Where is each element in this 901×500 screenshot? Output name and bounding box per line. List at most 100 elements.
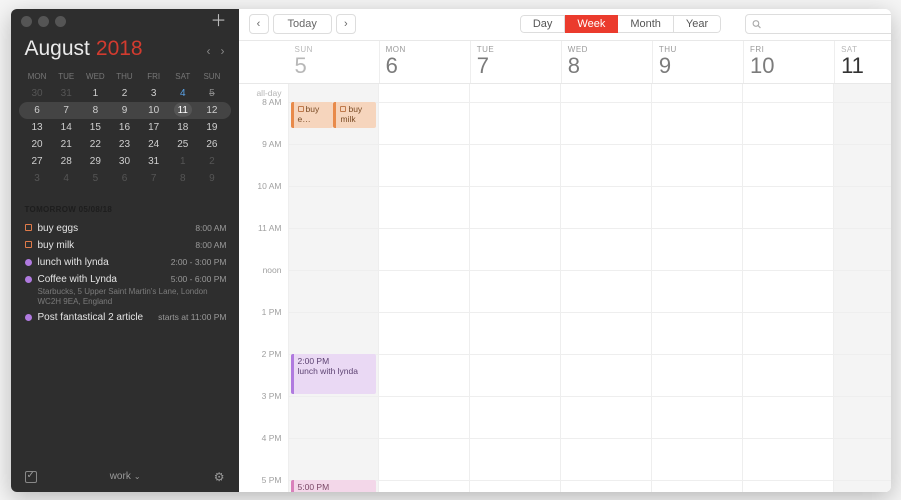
traffic-close-icon[interactable]	[21, 16, 32, 27]
day-column[interactable]	[470, 84, 561, 492]
week-header: SUN5MON6TUE7WED8THU9FRI10SAT11	[239, 41, 891, 84]
mini-day[interactable]: 9	[197, 170, 226, 187]
add-event-button[interactable]: ＋	[208, 14, 228, 30]
agenda-item-time: 2:00 - 3:00 PM	[171, 257, 227, 267]
mini-day[interactable]: 6	[110, 170, 139, 187]
mini-day[interactable]: 5	[81, 170, 110, 187]
mini-day[interactable]: 3	[23, 170, 52, 187]
view-option-day[interactable]: Day	[520, 15, 566, 33]
mini-day[interactable]: 3	[139, 85, 168, 102]
view-option-week[interactable]: Week	[565, 15, 618, 33]
day-number: 9	[659, 54, 737, 77]
day-column[interactable]	[652, 84, 743, 492]
day-number: 7	[477, 54, 555, 77]
calendar-event[interactable]: buy e…	[291, 102, 334, 128]
day-header[interactable]: TUE7	[471, 41, 561, 83]
calendar-event[interactable]: 5:00 PMCoffee with Lynda	[291, 480, 377, 492]
agenda-item-time: 8:00 AM	[195, 240, 226, 250]
day-column[interactable]	[834, 84, 890, 492]
calendar-set-picker[interactable]: work⌄	[37, 471, 214, 482]
mini-day[interactable]: 17	[139, 119, 168, 136]
mini-day[interactable]: 27	[23, 153, 52, 170]
day-number: 11	[841, 54, 890, 77]
mini-day[interactable]: 28	[52, 153, 81, 170]
day-column[interactable]	[743, 84, 834, 492]
agenda-item-title: buy eggs	[38, 223, 79, 234]
mini-day[interactable]: 20	[23, 136, 52, 153]
mini-day[interactable]: 30	[110, 153, 139, 170]
next-week-button[interactable]: ›	[336, 14, 356, 34]
gear-icon[interactable]: ⚙	[214, 470, 225, 484]
day-column[interactable]	[379, 84, 470, 492]
agenda-item[interactable]: lunch with lynda2:00 - 3:00 PM	[25, 254, 227, 271]
agenda-item-time: 8:00 AM	[195, 223, 226, 233]
agenda-item[interactable]: Post fantastical 2 articlestarts at 11:0…	[25, 309, 227, 326]
calendar-event[interactable]: 2:00 PMlunch with lynda	[291, 354, 377, 394]
mini-day[interactable]: 6	[23, 102, 52, 119]
mini-day[interactable]: 4	[168, 85, 197, 102]
mini-day[interactable]: 9	[110, 102, 139, 119]
mini-day[interactable]: 30	[23, 85, 52, 102]
mini-day[interactable]: 4	[52, 170, 81, 187]
agenda-item[interactable]: Coffee with Lynda5:00 - 6:00 PM	[25, 271, 227, 288]
mini-day[interactable]: 1	[81, 85, 110, 102]
day-header[interactable]: FRI10	[744, 41, 834, 83]
mini-day[interactable]: 1	[168, 153, 197, 170]
day-number: 8	[568, 54, 646, 77]
next-month-button[interactable]: ›	[221, 44, 225, 58]
mini-day[interactable]: 7	[52, 102, 81, 119]
agenda-item-title: buy milk	[38, 240, 75, 251]
day-header[interactable]: MON6	[380, 41, 470, 83]
mini-day[interactable]: 26	[197, 136, 226, 153]
agenda-item[interactable]: buy eggs 8:00 AM	[25, 220, 227, 237]
day-header[interactable]: SUN5	[289, 41, 379, 83]
mini-dow: SAT	[168, 69, 197, 85]
mini-calendar[interactable]: MONTUEWEDTHUFRISATSUN3031123456789101112…	[11, 69, 239, 193]
mini-day[interactable]: 2	[110, 85, 139, 102]
prev-month-button[interactable]: ‹	[207, 44, 211, 58]
event-time: 2:00 PM	[298, 356, 373, 366]
search-input[interactable]	[766, 16, 890, 32]
mini-day[interactable]: 5	[197, 85, 226, 102]
day-column[interactable]	[561, 84, 652, 492]
mini-day[interactable]: 24	[139, 136, 168, 153]
mini-day[interactable]: 19	[197, 119, 226, 136]
mini-day[interactable]: 13	[23, 119, 52, 136]
view-option-month[interactable]: Month	[618, 15, 674, 33]
event-checkbox-icon	[340, 106, 346, 112]
agenda-item[interactable]: buy milk 8:00 AM	[25, 237, 227, 254]
search-field[interactable]	[745, 14, 890, 34]
mini-day[interactable]: 16	[110, 119, 139, 136]
mini-day[interactable]: 31	[139, 153, 168, 170]
mini-day[interactable]: 22	[81, 136, 110, 153]
day-header[interactable]: THU9	[653, 41, 743, 83]
mini-day[interactable]: 8	[81, 102, 110, 119]
traffic-zoom-icon[interactable]	[55, 16, 66, 27]
day-column[interactable]: buy e…buy milk 2:00 PMlunch with lynda 5:0…	[289, 84, 380, 492]
view-option-year[interactable]: Year	[674, 15, 721, 33]
view-segmented-control[interactable]: DayWeekMonthYear	[520, 15, 721, 33]
mini-day[interactable]: 12	[197, 102, 226, 119]
mini-day[interactable]: 15	[81, 119, 110, 136]
reminders-toggle[interactable]	[25, 471, 37, 483]
today-button[interactable]: Today	[273, 14, 332, 34]
mini-day[interactable]: 7	[139, 170, 168, 187]
mini-day[interactable]: 11	[168, 102, 197, 119]
traffic-minimize-icon[interactable]	[38, 16, 49, 27]
mini-day[interactable]: 18	[168, 119, 197, 136]
mini-day[interactable]: 8	[168, 170, 197, 187]
mini-day[interactable]: 10	[139, 102, 168, 119]
day-header[interactable]: WED8	[562, 41, 652, 83]
mini-day[interactable]: 2	[197, 153, 226, 170]
mini-day[interactable]: 21	[52, 136, 81, 153]
mini-day[interactable]: 14	[52, 119, 81, 136]
prev-week-button[interactable]: ‹	[249, 14, 269, 34]
mini-day[interactable]: 25	[168, 136, 197, 153]
mini-day[interactable]: 29	[81, 153, 110, 170]
calendar-event[interactable]: buy milk	[333, 102, 376, 128]
mini-day[interactable]: 31	[52, 85, 81, 102]
week-grid[interactable]: all-day 8 AM9 AM10 AM11 AMnoon1 PM2 PM3 …	[239, 84, 891, 492]
sidebar: ＋ August 2018 ‹ › MONTUEWEDTHUFRISATSUN3…	[11, 9, 239, 492]
mini-day[interactable]: 23	[110, 136, 139, 153]
day-header[interactable]: SAT11	[835, 41, 890, 83]
